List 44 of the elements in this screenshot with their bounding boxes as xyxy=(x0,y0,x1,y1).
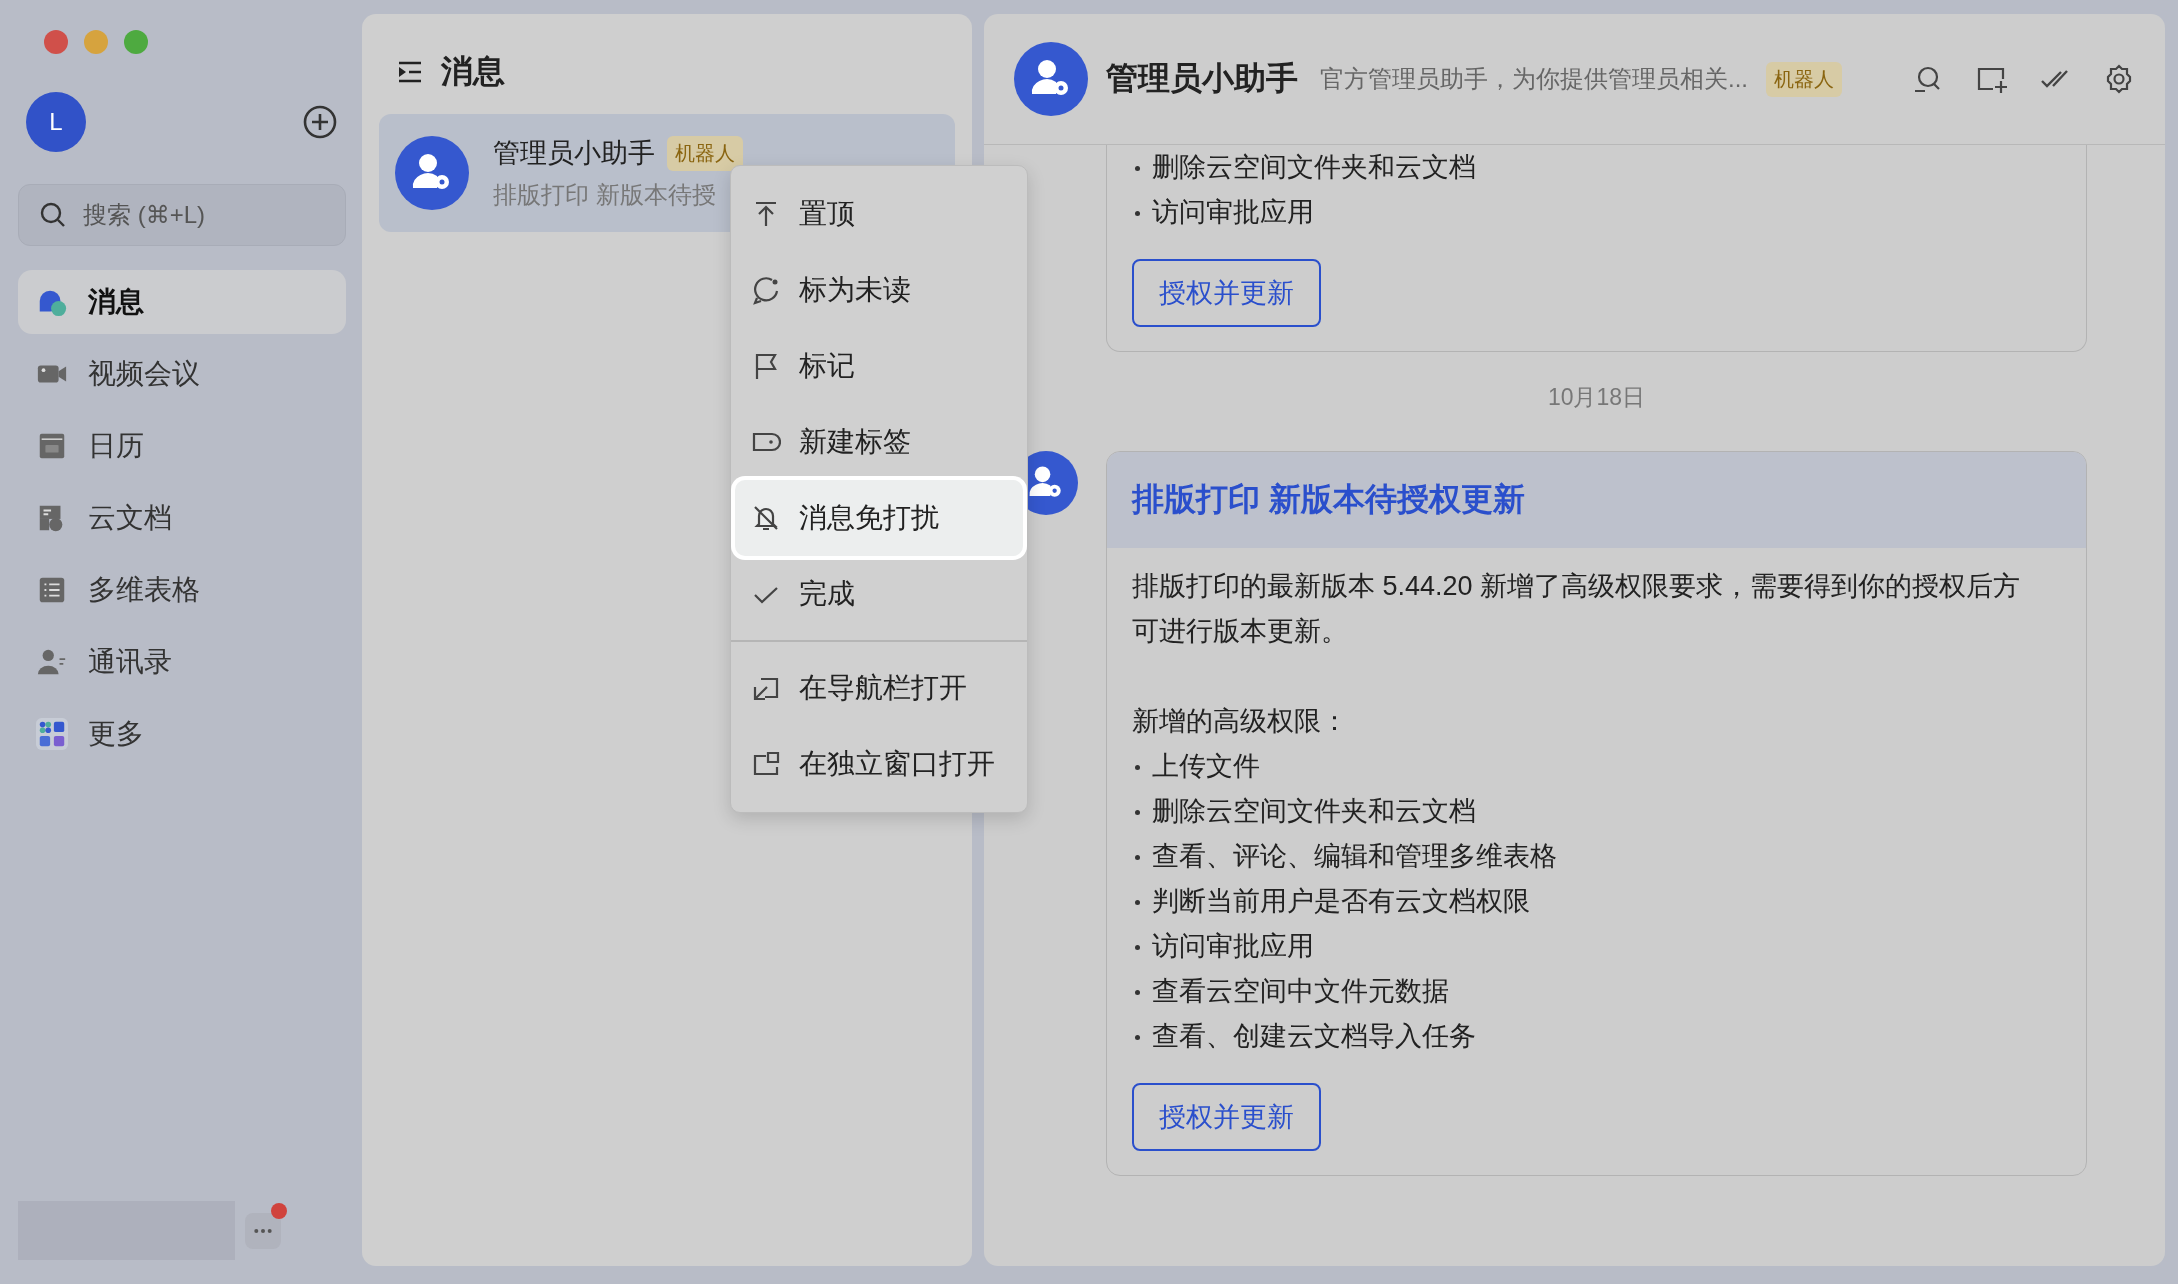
list-item: 判断当前用户是否有云文档权限 xyxy=(1132,879,2036,924)
menu-item[interactable]: 新建标签 xyxy=(735,404,1023,480)
more-icon xyxy=(36,718,68,750)
list-item: 查看、创建云文档导入任务 xyxy=(1132,1014,2036,1059)
admin-avatar-icon xyxy=(395,136,469,210)
list-item: 查看云空间中文件元数据 xyxy=(1132,969,2036,1014)
more-button[interactable] xyxy=(245,1212,281,1249)
list-heading: 新增的高级权限： xyxy=(1132,705,1349,738)
admin-avatar-icon xyxy=(1014,42,1088,116)
message-text: 排版打印的最新版本 5.44.20 新增了高级权限要求，需要得到你的授权后方可进行版本更新。 xyxy=(1132,570,2022,648)
list-item: 访问审批应用 xyxy=(1132,924,2036,969)
message-preview: 排版打印 新版本待授 xyxy=(493,180,717,210)
unread-icon xyxy=(751,275,781,305)
nav-item[interactable]: 消息 xyxy=(18,270,346,334)
nav-item[interactable]: 云文档 xyxy=(18,486,346,550)
nav-item[interactable]: 通讯录 xyxy=(18,630,346,694)
date-separator: 10月18日 xyxy=(1547,383,1646,412)
menu-item[interactable]: 标记 xyxy=(735,328,1023,404)
bot-tag: 机器人 xyxy=(1766,61,1842,97)
card-title: 排版打印 新版本待授权更新 xyxy=(1132,481,1525,517)
add-icon[interactable] xyxy=(302,104,338,140)
more-icon xyxy=(253,1226,273,1235)
user-avatar[interactable]: L xyxy=(26,92,86,152)
nav-item[interactable]: 多维表格 xyxy=(18,558,346,622)
chat-title: 管理员小助手 xyxy=(1106,59,1298,98)
bot-tag: 机器人 xyxy=(667,135,743,171)
menu-item[interactable]: 完成 xyxy=(735,556,1023,632)
chat-description: 官方管理员助手，为你提供管理员相关... xyxy=(1320,64,1748,94)
nav-item[interactable]: 更多 xyxy=(18,702,346,766)
list-item: 删除云空间文件夹和云文档 xyxy=(1132,145,2036,190)
nav-item[interactable]: 日历 xyxy=(18,414,346,478)
list-item: 访问审批应用 xyxy=(1132,190,2036,235)
menu-item[interactable]: 标为未读 xyxy=(735,252,1023,328)
panel-title: 消息 xyxy=(441,52,505,91)
authorize-button[interactable]: 授权并更新 xyxy=(1132,1083,1321,1151)
list-item: 上传文件 xyxy=(1132,744,2036,789)
authorize-button[interactable]: 授权并更新 xyxy=(1132,259,1321,327)
menu-item[interactable]: 在独立窗口打开 xyxy=(735,725,1023,802)
nav-item[interactable]: 视频会议 xyxy=(18,342,346,406)
chat-name: 管理员小助手 xyxy=(493,137,655,170)
menu-item[interactable]: 在导航栏打开 xyxy=(735,649,1023,726)
list-item: 查看、评论、编辑和管理多维表格 xyxy=(1132,834,2036,879)
search-field[interactable]: 搜索 (⌘+L) xyxy=(18,184,346,246)
list-item: 删除云空间文件夹和云文档 xyxy=(1132,789,2036,834)
